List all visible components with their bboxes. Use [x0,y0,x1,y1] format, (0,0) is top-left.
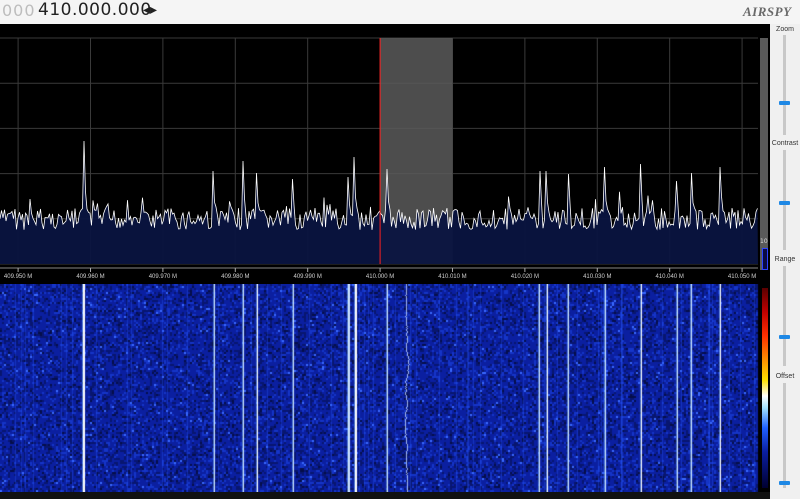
contrast-label: Contrast [771,140,799,147]
x-axis-tick-label: 410.040 M [655,274,683,280]
frequency-step-arrows[interactable]: ◂▸ [143,2,157,18]
waterfall-canvas[interactable] [0,284,770,492]
frequency-prefix-digits[interactable]: 000 [2,1,36,20]
frequency-display[interactable]: 410.000.000 [38,0,152,20]
waterfall-color-scale [762,288,768,488]
offset-slider-track[interactable] [783,383,786,488]
level-meter-fill [762,248,768,270]
range-slider-thumb[interactable] [779,335,790,339]
x-axis-tick-label: 410.020 M [511,274,539,280]
x-axis-tick-label: 410.050 M [728,274,756,280]
range-label: Range [774,256,796,263]
spectrum-fill [0,141,758,264]
x-axis-tick-label: 409.980 M [221,274,249,280]
x-axis-tick-label: 410.000 M [366,274,394,280]
spectrum-display[interactable]: 409.950 M 409.960 M 409.970 M 409.980 M 409.… [0,24,770,284]
x-axis-tick-label: 410.030 M [583,274,611,280]
waterfall-bottom-strip [0,492,770,499]
contrast-slider-track[interactable] [783,150,786,250]
level-meter [760,38,768,270]
zoom-slider-thumb[interactable] [779,101,790,105]
zoom-slider-track[interactable] [783,35,786,135]
right-slider-panel: Zoom Contrast Range Offset [770,24,800,499]
x-axis-tick-label: 409.960 M [76,274,104,280]
contrast-slider-thumb[interactable] [779,201,790,205]
frequency-bar: 000 410.000.000 ◂▸ AIRSPY [0,0,800,24]
airspy-logo: AIRSPY [743,4,792,19]
x-axis-tick-label: 409.970 M [149,274,177,280]
zoom-label: Zoom [776,26,794,33]
offset-label: Offset [775,373,795,380]
level-meter-value: 10 [760,238,768,245]
range-slider-track[interactable] [783,266,786,366]
offset-slider-thumb[interactable] [779,481,790,485]
spectrum-plot[interactable]: 409.950 M 409.960 M 409.970 M 409.980 M 409.… [0,24,770,284]
x-axis-tick-label: 410.010 M [438,274,466,280]
x-axis-tick-label: 409.950 M [4,274,32,280]
waterfall-display[interactable] [0,284,770,492]
x-axis-tick-label: 409.990 M [294,274,322,280]
